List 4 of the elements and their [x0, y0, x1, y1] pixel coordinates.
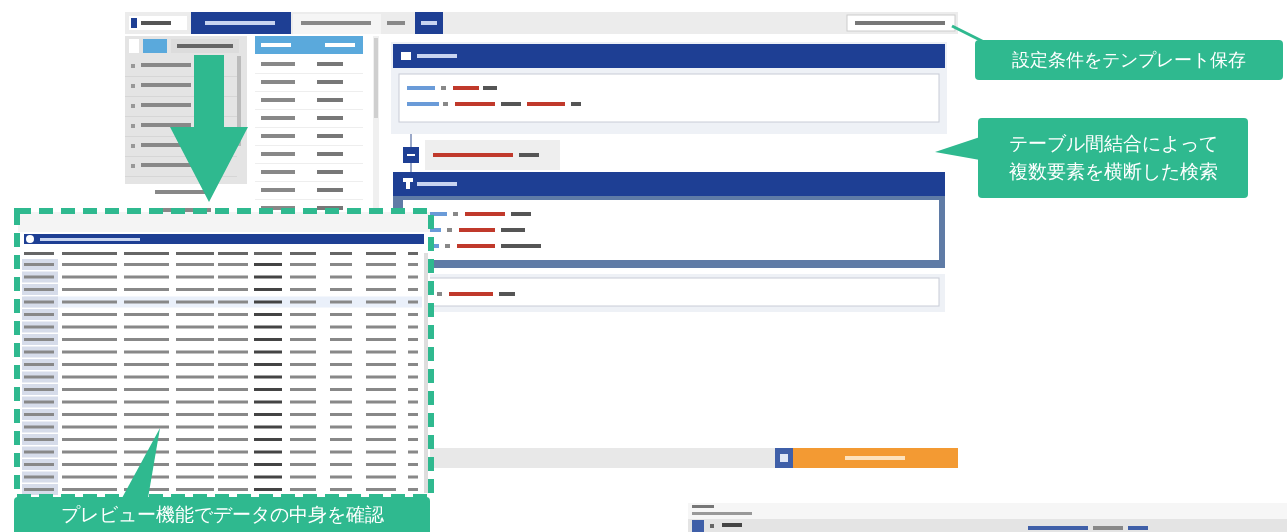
callout-bubble: テーブル間結合によって 複数要素を横断した検索	[978, 118, 1248, 198]
callout-pointer	[935, 135, 980, 162]
down-arrow-icon	[170, 55, 248, 202]
callout-bubble: 設定条件をテンプレート保存	[975, 40, 1283, 80]
